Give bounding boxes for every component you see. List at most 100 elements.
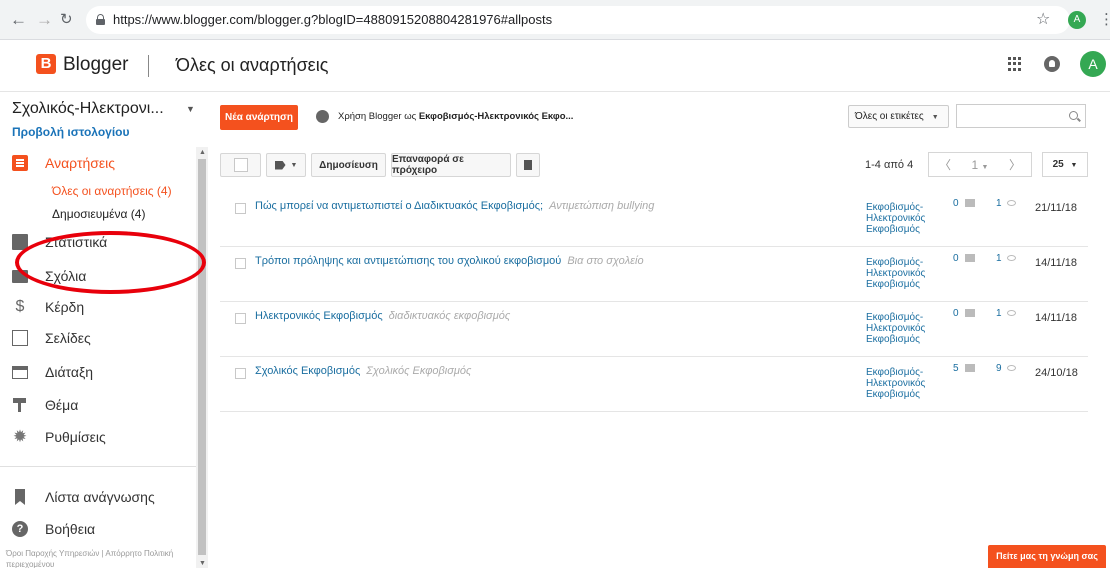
table-row[interactable]: Πώς μπορεί να αντιμετωπιστεί ο Διαδικτυα… bbox=[220, 192, 1088, 247]
post-label[interactable]: Βια στο σχολείο bbox=[567, 255, 643, 267]
sidebar-item-posts[interactable]: Αναρτήσεις bbox=[12, 150, 115, 176]
post-tags[interactable]: Εκφοβισμός-Ηλεκτρονικός Εκφοβισμός bbox=[866, 202, 926, 235]
label-tag-icon bbox=[274, 160, 286, 170]
account-avatar[interactable]: A bbox=[1080, 51, 1106, 77]
sidebar-item-layout[interactable]: Διάταξη bbox=[12, 359, 93, 385]
post-label[interactable]: Αντιμετώπιση bullying bbox=[549, 200, 654, 212]
page-title: Όλες οι αναρτήσεις bbox=[176, 55, 329, 75]
page-select[interactable]: 1 ▼ bbox=[972, 158, 989, 172]
sidebar-item-label: Ρυθμίσεις bbox=[45, 429, 106, 445]
brand-name[interactable]: Blogger bbox=[63, 54, 129, 76]
post-title[interactable]: Τρόποι πρόληψης και αντιμετώπισης του σχ… bbox=[255, 255, 561, 267]
post-title[interactable]: Πώς μπορεί να αντιμετωπιστεί ο Διαδικτυα… bbox=[255, 200, 543, 212]
next-page-icon[interactable]: 〉 bbox=[1009, 156, 1021, 173]
sidebar-subitem-all-posts[interactable]: Όλες οι αναρτήσεις (4) bbox=[52, 184, 172, 198]
forward-icon[interactable]: → bbox=[36, 10, 53, 30]
labels-button[interactable]: ▼ bbox=[266, 153, 306, 177]
per-page-value: 25 bbox=[1052, 159, 1064, 170]
post-date: 21/11/18 bbox=[1035, 202, 1078, 214]
post-tags[interactable]: Εκφοβισμός-Ηλεκτρονικός Εκφοβισμός bbox=[866, 312, 926, 345]
revert-to-draft-button[interactable]: Επαναφορά σε πρόχειρο bbox=[391, 153, 511, 177]
post-label[interactable]: διαδικτυακός εκφοβισμός bbox=[389, 310, 511, 322]
footer-links[interactable]: Όροι Παροχής Υπηρεσιών | Απόρρητο Πολιτι… bbox=[6, 548, 194, 568]
reload-icon[interactable]: ↻ bbox=[60, 10, 73, 30]
table-row[interactable]: Ηλεκτρονικός Εκφοβισμός διαδικτυακός εκφο… bbox=[220, 302, 1088, 357]
view-count-value: 9 bbox=[996, 363, 1002, 374]
help-icon: ? bbox=[12, 521, 28, 537]
browser-menu-icon[interactable]: ⋮ bbox=[1099, 10, 1110, 28]
select-all-checkbox[interactable] bbox=[220, 153, 261, 177]
checkbox[interactable] bbox=[233, 158, 248, 172]
notifications-icon[interactable] bbox=[1044, 56, 1060, 72]
bookmark-star-icon[interactable]: ☆ bbox=[1036, 9, 1050, 29]
post-title[interactable]: Ηλεκτρονικός Εκφοβισμός bbox=[255, 310, 383, 322]
table-row[interactable]: Σχολικός Εκφοβισμός Σχολικός Εκφοβισμός Ε… bbox=[220, 357, 1088, 412]
eye-icon bbox=[1006, 365, 1016, 371]
post-date: 14/11/18 bbox=[1035, 312, 1078, 324]
delete-button[interactable] bbox=[516, 153, 540, 177]
search-input[interactable] bbox=[956, 104, 1086, 128]
sidebar-subitem-published[interactable]: Δημοσιευμένα (4) bbox=[52, 207, 145, 221]
search-icon[interactable] bbox=[1069, 111, 1078, 120]
caret-down-icon[interactable]: ▼ bbox=[186, 104, 195, 114]
labels-dropdown[interactable]: Όλες οι ετικέτες ▼ bbox=[848, 105, 949, 128]
comment-count[interactable]: 0 bbox=[953, 198, 975, 209]
back-icon[interactable]: ← bbox=[10, 10, 27, 30]
view-blog-link[interactable]: Προβολή ιστολογίου bbox=[12, 125, 130, 139]
post-title-link[interactable]: Ηλεκτρονικός Εκφοβισμός διαδικτυακός εκφο… bbox=[255, 310, 510, 322]
scroll-up-icon[interactable]: ▲ bbox=[199, 149, 206, 156]
sidebar-item-help[interactable]: ? Βοήθεια bbox=[12, 516, 95, 542]
apps-grid-icon[interactable] bbox=[1008, 57, 1022, 71]
settings-icon: ✹ bbox=[12, 427, 28, 446]
post-label[interactable]: Σχολικός Εκφοβισμός bbox=[366, 365, 471, 377]
scroll-down-icon[interactable]: ▼ bbox=[199, 560, 206, 567]
row-checkbox[interactable] bbox=[235, 258, 246, 269]
comment-icon bbox=[964, 254, 975, 262]
row-checkbox[interactable] bbox=[235, 203, 246, 214]
caret-down-icon: ▼ bbox=[931, 114, 939, 121]
view-count: 9 bbox=[996, 363, 1016, 374]
prev-page-icon[interactable]: 〈 bbox=[939, 156, 951, 173]
comment-count-value: 5 bbox=[953, 363, 959, 374]
eye-icon bbox=[1006, 310, 1016, 316]
view-count-value: 1 bbox=[996, 253, 1002, 264]
post-title-link[interactable]: Τρόποι πρόληψης και αντιμετώπισης του σχ… bbox=[255, 255, 644, 267]
sidebar-item-reading-list[interactable]: Λίστα ανάγνωσης bbox=[12, 484, 155, 510]
post-title-link[interactable]: Σχολικός Εκφοβισμός Σχολικός Εκφοβισμός bbox=[255, 365, 471, 377]
pages-icon bbox=[12, 330, 28, 346]
post-title-link[interactable]: Πώς μπορεί να αντιμετωπιστεί ο Διαδικτυα… bbox=[255, 200, 654, 212]
comment-count[interactable]: 0 bbox=[953, 308, 975, 319]
post-title[interactable]: Σχολικός Εκφοβισμός bbox=[255, 365, 360, 377]
using-as-text: Χρήση Blogger ως Εκφοβισμός-Ηλεκτρονικός… bbox=[338, 111, 573, 122]
scrollbar-thumb[interactable] bbox=[198, 159, 206, 555]
per-page-select[interactable]: 25 ▼ bbox=[1042, 152, 1088, 177]
sidebar-item-settings[interactable]: ✹ Ρυθμίσεις bbox=[12, 424, 106, 450]
address-bar[interactable]: https://www.blogger.com/blogger.g?blogID… bbox=[86, 6, 1070, 34]
comment-count[interactable]: 5 bbox=[953, 363, 975, 374]
url-text[interactable]: https://www.blogger.com/blogger.g?blogID… bbox=[113, 12, 552, 27]
blogger-logo-icon[interactable]: B bbox=[36, 54, 56, 74]
publish-button[interactable]: Δημοσίευση bbox=[311, 153, 386, 177]
post-date: 24/10/18 bbox=[1035, 367, 1078, 379]
row-checkbox[interactable] bbox=[235, 313, 246, 324]
sidebar-item-label: Διάταξη bbox=[45, 364, 94, 380]
table-row[interactable]: Τρόποι πρόληψης και αντιμετώπισης του σχ… bbox=[220, 247, 1088, 302]
pagination[interactable]: 〈 1 ▼ 〉 bbox=[928, 152, 1032, 177]
new-post-button[interactable]: Νέα ανάρτηση bbox=[220, 105, 298, 130]
user-avatar-icon bbox=[316, 110, 329, 123]
post-tags[interactable]: Εκφοβισμός-Ηλεκτρονικός Εκφοβισμός bbox=[866, 367, 926, 400]
post-date: 14/11/18 bbox=[1035, 257, 1078, 269]
sidebar-item-theme[interactable]: Θέμα bbox=[12, 392, 78, 418]
profile-avatar[interactable]: A bbox=[1068, 11, 1086, 29]
row-checkbox[interactable] bbox=[235, 368, 246, 379]
post-tags[interactable]: Εκφοβισμός-Ηλεκτρονικός Εκφοβισμός bbox=[866, 257, 926, 290]
feedback-button[interactable]: Πείτε μας τη γνώμη σας bbox=[988, 545, 1106, 568]
trash-icon bbox=[524, 160, 532, 170]
comment-count[interactable]: 0 bbox=[953, 253, 975, 264]
blog-selector[interactable]: Σχολικός-Ηλεκτρονι... bbox=[12, 100, 164, 118]
sidebar-scrollbar[interactable]: ▲ ▼ bbox=[196, 147, 208, 568]
sidebar-item-earnings[interactable]: $ Κέρδη bbox=[12, 294, 85, 320]
comment-count-value: 0 bbox=[953, 308, 959, 319]
comment-icon bbox=[964, 309, 975, 317]
sidebar-item-pages[interactable]: Σελίδες bbox=[12, 325, 91, 351]
